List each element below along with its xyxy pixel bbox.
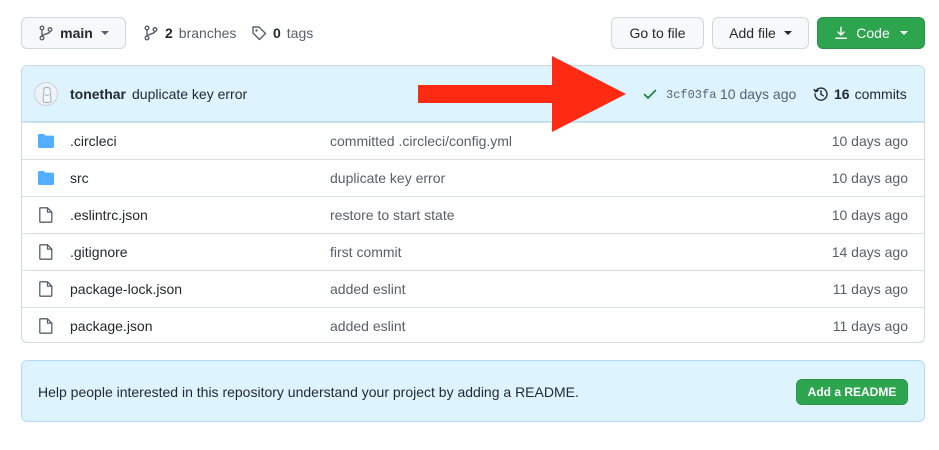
chevron-down-icon	[899, 31, 908, 35]
red-arrow-icon	[418, 56, 626, 132]
check-icon	[643, 89, 657, 99]
file-age: 14 days ago	[831, 244, 908, 260]
tags-count: 0	[273, 25, 281, 41]
commit-time: 10 days ago	[720, 86, 797, 102]
file-age: 10 days ago	[831, 133, 908, 149]
git-branch-icon	[144, 25, 158, 41]
file-icon	[39, 244, 53, 260]
file-name[interactable]: .gitignore	[70, 244, 128, 260]
file-commit-message[interactable]: added eslint	[330, 318, 406, 334]
chevron-down-icon	[783, 31, 792, 35]
code-label: Code	[856, 25, 890, 41]
avatar-icon	[42, 87, 52, 103]
file-age: 11 days ago	[832, 318, 908, 334]
file-commit-message[interactable]: restore to start state	[330, 207, 455, 223]
file-row[interactable]: package-lock.json added eslint 11 days a…	[22, 270, 924, 307]
file-name[interactable]: package.json	[70, 318, 153, 334]
commit-author[interactable]: tonethar	[70, 86, 126, 102]
branches-count: 2	[165, 25, 173, 41]
file-commit-message[interactable]: duplicate key error	[330, 170, 445, 186]
code-button[interactable]: Code	[817, 17, 925, 49]
branches-link[interactable]: 2 branches	[143, 17, 236, 49]
file-age: 11 days ago	[832, 281, 908, 297]
tag-icon	[252, 26, 267, 41]
file-name[interactable]: src	[70, 170, 89, 186]
file-commit-message[interactable]: first commit	[330, 244, 402, 260]
branches-label: branches	[178, 25, 237, 41]
file-name[interactable]: .eslintrc.json	[70, 207, 148, 223]
folder-icon	[38, 171, 54, 185]
file-age: 10 days ago	[831, 170, 908, 186]
file-row[interactable]: .gitignore first commit 14 days ago	[22, 233, 924, 270]
file-icon	[39, 281, 53, 297]
file-commit-message[interactable]: added eslint	[330, 281, 406, 297]
repo-toolbar: main 2 branches 0 tags Go to file Add fi…	[21, 17, 925, 49]
file-age: 10 days ago	[831, 207, 908, 223]
file-icon	[39, 207, 53, 223]
avatar[interactable]	[34, 82, 58, 106]
file-commit-message[interactable]: committed .circleci/config.yml	[330, 133, 512, 149]
history-icon	[813, 87, 828, 101]
commits-count: 16	[834, 86, 850, 102]
readme-banner-text: Help people interested in this repositor…	[38, 384, 579, 400]
git-branch-icon	[39, 25, 53, 41]
chevron-down-icon	[100, 31, 109, 35]
readme-banner: Help people interested in this repositor…	[21, 360, 925, 422]
tags-label: tags	[286, 25, 314, 41]
add-file-button[interactable]: Add file	[712, 17, 809, 49]
branch-select-button[interactable]: main	[21, 17, 126, 49]
file-row[interactable]: package.json added eslint 11 days ago	[22, 307, 924, 342]
add-readme-button[interactable]: Add a README	[796, 379, 908, 405]
commit-message[interactable]: duplicate key error	[132, 86, 247, 102]
add-file-label: Add file	[729, 25, 776, 41]
commits-history-link[interactable]: 16 commits	[813, 86, 907, 102]
file-name[interactable]: package-lock.json	[70, 281, 182, 297]
folder-icon	[38, 134, 54, 148]
go-to-file-label: Go to file	[629, 25, 686, 41]
commits-label: commits	[854, 86, 907, 102]
download-icon	[835, 26, 848, 39]
tags-link[interactable]: 0 tags	[251, 17, 313, 49]
file-row[interactable]: src duplicate key error 10 days ago	[22, 159, 924, 196]
branch-name: main	[60, 25, 93, 41]
go-to-file-button[interactable]: Go to file	[611, 17, 704, 49]
file-icon	[39, 318, 53, 334]
file-row[interactable]: .eslintrc.json restore to start state 10…	[22, 196, 924, 233]
file-name[interactable]: .circleci	[70, 133, 117, 149]
commit-sha[interactable]: 3cf03fa	[666, 88, 716, 102]
